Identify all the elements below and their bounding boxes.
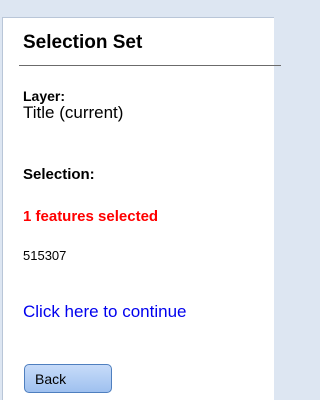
layer-value: Title (current): [23, 103, 124, 122]
layer-label: Layer:: [23, 88, 66, 104]
selection-label: Selection:: [23, 166, 95, 183]
selected-count-text: 1 features selected: [23, 208, 159, 225]
back-button[interactable]: Back: [24, 364, 112, 393]
selected-feature-id: 515307: [23, 248, 67, 263]
panel-title: Selection Set: [23, 32, 143, 53]
title-divider: [19, 65, 281, 66]
selection-set-panel: Selection Set Layer: Title (current) Sel…: [2, 17, 281, 400]
continue-link[interactable]: Click here to continue: [23, 302, 186, 322]
